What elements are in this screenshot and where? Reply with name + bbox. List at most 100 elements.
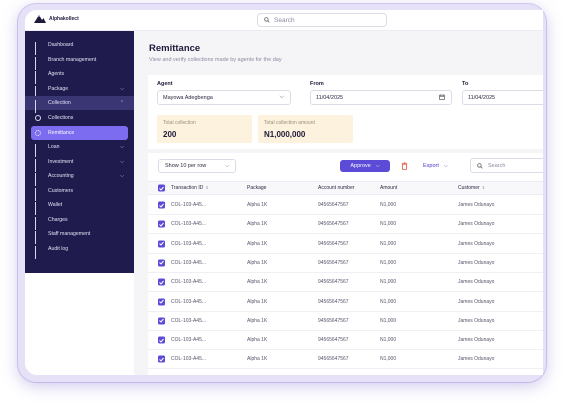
row-checkbox[interactable] xyxy=(158,298,165,305)
cell-package: Alpha 1K xyxy=(247,356,268,363)
global-search-placeholder: Search xyxy=(274,16,295,24)
row-checkbox[interactable] xyxy=(158,201,165,209)
table-row[interactable]: COL-103-A45...Alpha 1K94565647567N1,000J… xyxy=(148,196,543,215)
sidebar-item-collections[interactable]: Collections xyxy=(25,111,134,125)
sidebar-item-investment[interactable]: Investment ⌵ xyxy=(25,155,134,172)
cell-account-number: 94565647567 xyxy=(318,298,349,305)
table-row[interactable]: COL-103-A45...Alpha 1K94565647567N1,000J… xyxy=(148,273,543,293)
approve-button[interactable]: Approve ⌵ xyxy=(340,160,390,172)
sidebar-item-label: Investment xyxy=(48,158,74,165)
sidebar-item-customers[interactable]: Customers xyxy=(25,184,134,201)
table-row[interactable]: COL-103-A45...Alpha 1K94565647567N1,000J… xyxy=(148,312,543,331)
page-size-select[interactable]: Show 10 per row ⌵ xyxy=(158,159,236,173)
cell-transaction-id: COL-103-A45... xyxy=(171,259,207,266)
sidebar-item-label: Package xyxy=(48,85,69,92)
row-checkbox[interactable] xyxy=(158,317,165,325)
to-date-field[interactable]: 11/04/2025 xyxy=(462,90,543,105)
agent-select[interactable]: Mayowa Adegbenga ⌵ xyxy=(157,90,291,105)
search-icon xyxy=(264,17,270,23)
sidebar-item-label: Accounting xyxy=(48,173,74,179)
sidebar-item-label: Remittance xyxy=(48,129,75,136)
sidebar-item-label: Agents xyxy=(48,71,65,77)
brand-name: Alphakollect xyxy=(49,15,79,22)
bar-chart-icon xyxy=(35,187,41,201)
cell-package: Alpha 1K xyxy=(247,317,268,324)
bar-chart-icon xyxy=(35,85,41,99)
sidebar-item-label: Loan xyxy=(48,144,60,150)
cell-transaction-id: COL-103-A45... xyxy=(171,240,207,247)
cell-customer: James Odunayo xyxy=(458,240,495,247)
total-collection-value: 200 xyxy=(163,130,177,139)
row-checkbox[interactable] xyxy=(158,336,165,344)
agent-select-value: Mayowa Adegbenga xyxy=(163,94,213,101)
chevron-down-icon: ⌵ xyxy=(225,163,229,169)
header-label: Transaction ID xyxy=(171,185,204,191)
delete-button[interactable] xyxy=(398,160,410,172)
sidebar-item-label: Charges xyxy=(48,216,68,223)
sidebar-item-label: Audit log xyxy=(48,245,69,252)
sidebar-item-loan[interactable]: Loan ⌵ xyxy=(25,140,134,157)
export-button[interactable]: Export ⌵ xyxy=(423,160,448,172)
bar-chart-icon xyxy=(35,100,41,113)
bar-chart-icon xyxy=(35,56,41,70)
table-row[interactable]: COL-103-A45...Alpha 1K94565647567N1,000J… xyxy=(148,254,543,273)
sidebar-item-collection[interactable]: Collection ⌃ xyxy=(25,96,134,113)
cell-customer: James Odunayo xyxy=(458,202,495,208)
sidebar-item-label: Dashboard xyxy=(48,42,74,48)
sidebar-item-wallet[interactable]: Wallet xyxy=(25,198,134,215)
circle-icon xyxy=(35,115,41,121)
table-search-input[interactable]: Search xyxy=(470,158,543,173)
cell-transaction-id: COL-103-A45... xyxy=(171,279,207,286)
sidebar-item-label: Branch management xyxy=(48,56,97,63)
header-package: Package xyxy=(247,185,267,191)
row-checkbox[interactable] xyxy=(158,259,165,267)
cell-amount: N1,000 xyxy=(380,259,397,266)
row-checkbox[interactable] xyxy=(158,240,165,248)
sidebar-item-remittance[interactable]: Remittance xyxy=(31,125,128,140)
sidebar-item-agents[interactable]: Agents xyxy=(25,67,134,84)
sidebar-item-accounting[interactable]: Accounting ⌵ xyxy=(25,169,134,186)
table-header: Transaction ID ⇕ Package Account number A… xyxy=(148,181,543,195)
cell-package: Alpha 1K xyxy=(247,240,268,247)
sidebar-item-charges[interactable]: Charges xyxy=(25,213,134,230)
cell-amount: N1,000 xyxy=(380,356,397,363)
table-row[interactable]: COL-103-A45...Alpha 1K94565647567N1,000J… xyxy=(148,331,543,351)
table-row[interactable]: COL-103-A45...Alpha 1K94565647567N1,000J… xyxy=(148,235,543,254)
sidebar-item-branch-management[interactable]: Branch management xyxy=(25,53,134,70)
sidebar-item-audit-log[interactable]: Audit log xyxy=(25,242,134,259)
mountain-logo-icon xyxy=(34,15,46,23)
sidebar-item-dashboard[interactable]: Dashboard xyxy=(25,38,134,55)
cell-account-number: 94565647567 xyxy=(318,202,349,208)
table-search-placeholder: Search xyxy=(488,162,506,169)
chevron-up-icon: ⌃ xyxy=(119,100,124,106)
brand-logo[interactable]: Alphakollect xyxy=(34,14,79,23)
to-date-value: 11/04/2025 xyxy=(468,94,496,101)
cell-customer: James Odunayo xyxy=(458,259,495,266)
global-search-input[interactable]: Search xyxy=(257,13,387,27)
cell-amount: N1,000 xyxy=(380,317,397,324)
table-row[interactable]: COL-103-A45...Alpha 1K94565647567N1,000J… xyxy=(148,293,543,312)
header-customer[interactable]: Customer ⇕ xyxy=(458,185,485,191)
cell-transaction-id: COL-103-A45... xyxy=(171,202,207,208)
row-checkbox[interactable] xyxy=(158,220,165,228)
header-transaction-id[interactable]: Transaction ID ⇕ xyxy=(171,185,209,191)
bar-chart-icon xyxy=(35,245,41,259)
bar-chart-icon xyxy=(35,144,41,157)
filter-panel: Agent Mayowa Adegbenga ⌵ From 11/04/2025… xyxy=(148,75,543,149)
table-row[interactable]: COL-103-A45...Alpha 1K94565647567N1,000J… xyxy=(148,350,543,370)
table-row[interactable]: COL-103-A45...Alpha 1K94565647567N1,000J… xyxy=(148,215,543,235)
row-checkbox[interactable] xyxy=(158,355,165,363)
table-row[interactable]: COL-103-A45...Alpha 1K94565647567N1,000J… xyxy=(148,370,543,375)
cell-customer: James Odunayo xyxy=(458,356,495,363)
approve-label: Approve xyxy=(350,163,371,169)
bar-chart-icon xyxy=(35,173,41,186)
total-amount-label: Total collection amount xyxy=(264,120,315,126)
cell-customer: James Odunayo xyxy=(458,298,495,305)
row-checkbox[interactable] xyxy=(158,278,165,286)
select-all-checkbox[interactable] xyxy=(158,184,165,192)
sidebar-item-staff-management[interactable]: Staff management xyxy=(25,227,134,244)
sidebar-item-package[interactable]: Package ⌵ xyxy=(25,82,134,99)
cell-account-number: 94565647567 xyxy=(318,221,349,228)
cell-package: Alpha 1K xyxy=(247,259,268,266)
from-date-field[interactable]: 11/04/2025 xyxy=(310,90,452,105)
